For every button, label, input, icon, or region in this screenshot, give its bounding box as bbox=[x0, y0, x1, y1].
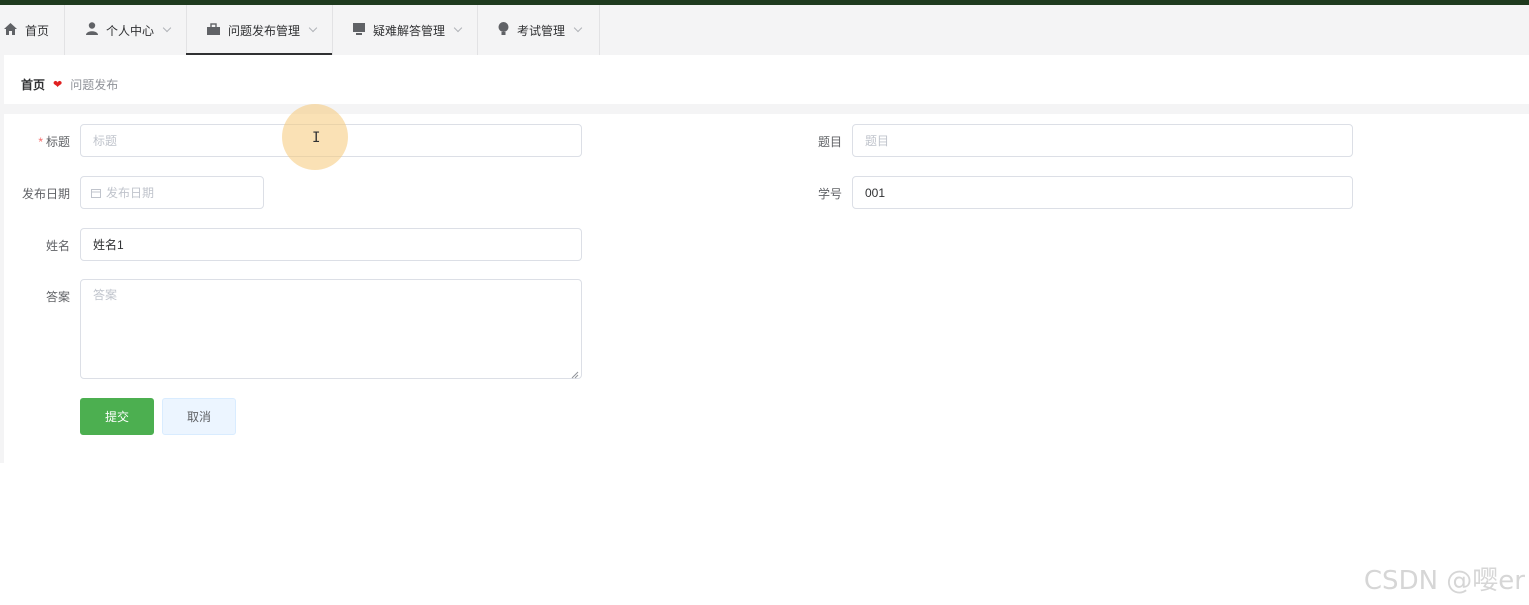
student-no-label: 学号 bbox=[817, 187, 842, 201]
nav-divider bbox=[64, 5, 65, 55]
watermark: CSDN @嘤er bbox=[1363, 566, 1525, 596]
nav-item-label: 首页 bbox=[25, 23, 50, 38]
bulb-icon bbox=[498, 22, 509, 38]
nav-item-personal-center[interactable]: 个人中心 bbox=[86, 5, 172, 55]
cancel-button[interactable]: 取消 bbox=[162, 398, 236, 435]
nav-item-home[interactable]: 首页 bbox=[4, 5, 49, 55]
calendar-icon bbox=[91, 188, 101, 198]
question-label: 题目 bbox=[817, 135, 842, 149]
breadcrumb-current: 问题发布 bbox=[70, 77, 119, 92]
publish-date-label: 发布日期 bbox=[21, 187, 70, 201]
breadcrumb: 首页 ❤ 问题发布 bbox=[4, 64, 1529, 104]
active-tab-indicator bbox=[186, 53, 332, 55]
section-gap bbox=[0, 104, 1529, 114]
question-input[interactable]: 题目 bbox=[852, 124, 1353, 157]
nav-divider bbox=[186, 5, 187, 55]
nav-item-label: 疑难解答管理 bbox=[373, 23, 446, 38]
chevron-down-icon bbox=[308, 23, 318, 33]
breadcrumb-home[interactable]: 首页 bbox=[21, 76, 45, 93]
briefcase-icon bbox=[207, 22, 220, 38]
name-label: 姓名 bbox=[45, 239, 70, 253]
nav-item-label: 个人中心 bbox=[106, 23, 155, 38]
required-mark: * bbox=[38, 135, 43, 149]
student-no-input[interactable]: 001 bbox=[852, 176, 1353, 209]
submit-button[interactable]: 提交 bbox=[80, 398, 154, 435]
publish-date-picker[interactable]: 发布日期 bbox=[80, 176, 264, 209]
monitor-icon bbox=[353, 22, 365, 38]
resize-handle-icon[interactable] bbox=[571, 368, 579, 379]
chevron-down-icon bbox=[573, 23, 583, 33]
top-nav: 首页 个人中心 问题发布管理 疑难解答管理 考试管理 bbox=[0, 5, 1529, 55]
nav-divider bbox=[599, 5, 600, 55]
text-cursor-icon: I bbox=[312, 130, 321, 146]
home-icon bbox=[4, 22, 17, 38]
user-icon bbox=[86, 22, 98, 38]
nav-item-label: 问题发布管理 bbox=[228, 23, 301, 38]
answer-label: 答案 bbox=[45, 290, 70, 304]
chevron-down-icon bbox=[162, 23, 172, 33]
nav-item-label: 考试管理 bbox=[517, 23, 566, 38]
nav-divider bbox=[477, 5, 478, 55]
answer-textarea[interactable]: 答案 bbox=[80, 279, 582, 379]
chevron-down-icon bbox=[453, 23, 463, 33]
nav-item-qa-management[interactable]: 疑难解答管理 bbox=[353, 5, 463, 55]
heart-icon: ❤ bbox=[53, 78, 63, 91]
nav-item-question-publish[interactable]: 问题发布管理 bbox=[207, 5, 318, 55]
name-input[interactable]: 姓名1 bbox=[80, 228, 582, 261]
nav-divider bbox=[332, 5, 333, 55]
nav-item-exam-management[interactable]: 考试管理 bbox=[498, 5, 583, 55]
title-label: * 标题 bbox=[38, 135, 70, 149]
